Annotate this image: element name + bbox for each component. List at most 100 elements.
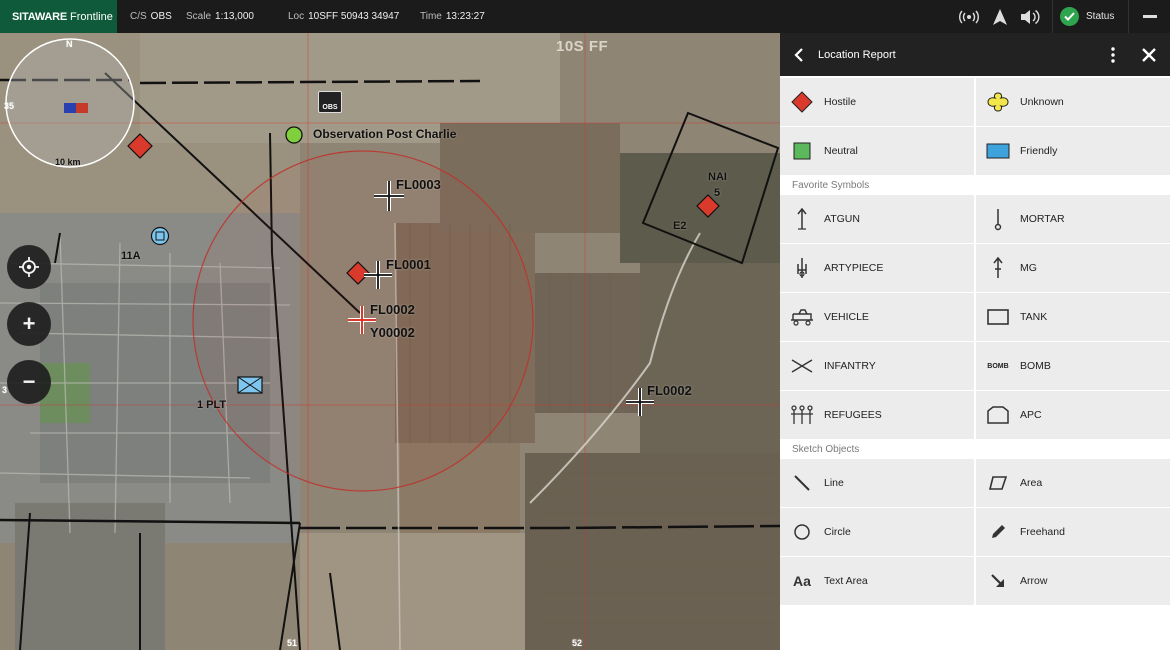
tank-option[interactable]: TANK (976, 293, 1170, 341)
apc-option[interactable]: APC (976, 391, 1170, 439)
time-value: 13:23:27 (445, 11, 485, 22)
sketch-row: Line Area (780, 459, 1170, 507)
panel-title: Location Report (818, 48, 896, 61)
volume-icon[interactable] (1015, 0, 1045, 33)
text-area-icon: Aa (780, 573, 824, 589)
fl0001-label: FL0001 (386, 257, 431, 272)
tank-icon (976, 308, 1020, 326)
mortar-icon (976, 207, 1020, 231)
infantry-icon (780, 358, 824, 374)
location-value: 10SFF 50943 34947 (308, 11, 400, 22)
app-window: SITAWARE Frontline C/S OBS Scale 1:13,00… (0, 0, 1170, 650)
compass-north-label: N (66, 39, 73, 49)
area-option[interactable]: Area (976, 459, 1170, 507)
mg-label: MG (1020, 262, 1037, 274)
vehicle-label: VEHICLE (824, 311, 869, 323)
apc-icon (976, 405, 1020, 425)
refugees-icon (780, 404, 824, 426)
bomb-option[interactable]: BOMB BOMB (976, 342, 1170, 390)
freehand-option[interactable]: Freehand (976, 508, 1170, 556)
artypiece-option[interactable]: ARTYPIECE (780, 244, 974, 292)
line-option[interactable]: Line (780, 459, 974, 507)
back-button[interactable] (780, 33, 818, 76)
vehicle-icon (780, 308, 824, 326)
zoom-in-button[interactable]: + (7, 302, 51, 346)
sketch-row: Aa Text Area Arrow (780, 557, 1170, 605)
checkmark-icon (1060, 7, 1079, 26)
tank-label: TANK (1020, 311, 1048, 323)
edge-label-3: 3 (2, 385, 8, 395)
satellite-map-background (0, 33, 780, 650)
line-label: Line (824, 477, 844, 489)
nai-label: NAI (708, 171, 727, 183)
neutral-option[interactable]: Neutral (780, 127, 974, 175)
callsign-value: OBS (150, 11, 172, 22)
bomb-icon-text: BOMB (987, 362, 1009, 370)
arrow-option[interactable]: Arrow (976, 557, 1170, 605)
location-report-panel: Location Report Hostile Unknown Neutral … (780, 33, 1170, 650)
edge-label-51: 51 (287, 638, 298, 648)
friendly-platoon-marker[interactable] (237, 375, 263, 400)
topbar-divider (1052, 0, 1053, 33)
refugees-label: REFUGEES (824, 409, 882, 421)
callsign-readout: C/S OBS (130, 0, 172, 33)
refugees-option[interactable]: REFUGEES (780, 391, 974, 439)
hostile-unit-marker-nai[interactable] (696, 194, 720, 223)
vehicle-option[interactable]: VEHICLE (780, 293, 974, 341)
friendly-sensor-marker[interactable] (150, 226, 170, 251)
locate-button[interactable] (7, 245, 51, 289)
zoom-out-button[interactable]: − (7, 360, 51, 404)
status-button[interactable]: Status (1060, 0, 1128, 33)
location-readout: Loc 10SFF 50943 34947 (288, 0, 399, 33)
obs-badge-label: OBS (322, 104, 338, 111)
text-area-label: Text Area (824, 575, 868, 587)
signal-icon[interactable] (954, 0, 984, 33)
favorites-row: VEHICLE TANK (780, 293, 1170, 341)
edge-label-52: 52 (572, 638, 583, 648)
friendly-rectangle-icon (976, 143, 1020, 159)
circle-option[interactable]: Circle (780, 508, 974, 556)
favorites-section-title: Favorite Symbols (780, 176, 1170, 195)
bomb-label: BOMB (1020, 360, 1051, 372)
fl0002-east-label: FL0002 (647, 383, 692, 398)
scale-readout: Scale 1:13,000 (186, 0, 254, 33)
navigation-arrow-icon[interactable] (985, 0, 1015, 33)
observation-post-marker[interactable] (284, 125, 304, 150)
close-icon (1142, 47, 1156, 62)
atgun-option[interactable]: ATGUN (780, 195, 974, 243)
artypiece-icon (780, 256, 824, 280)
infantry-option[interactable]: INFANTRY (780, 342, 974, 390)
hostile-unit-marker[interactable] (127, 133, 153, 164)
hostile-diamond-icon (780, 91, 824, 113)
scale-label: Scale (186, 11, 212, 22)
hostile-option[interactable]: Hostile (780, 78, 974, 126)
mg-option[interactable]: MG (976, 244, 1170, 292)
circle-label: Circle (824, 526, 851, 538)
favorites-row: REFUGEES APC (780, 391, 1170, 439)
y00002-label: Y00002 (370, 325, 415, 340)
neutral-label: Neutral (824, 145, 858, 157)
favorites-row: ATGUN MORTAR (780, 195, 1170, 243)
sketch-row: Circle Freehand (780, 508, 1170, 556)
map-view[interactable]: N 10 km 10S FF 35 3 51 52 OBS Observatio… (0, 33, 780, 650)
close-button[interactable] (1128, 33, 1170, 76)
obs-badge[interactable]: OBS (318, 91, 342, 113)
friendly-label: Friendly (1020, 145, 1058, 157)
kebab-menu-icon (1111, 46, 1115, 63)
friendly-option[interactable]: Friendly (976, 127, 1170, 175)
minimize-button[interactable] (1128, 0, 1170, 33)
atgun-label: ATGUN (824, 213, 860, 225)
mg-icon (976, 256, 1020, 280)
infantry-label: INFANTRY (824, 360, 876, 372)
favorites-row: INFANTRY BOMB BOMB (780, 342, 1170, 390)
mortar-option[interactable]: MORTAR (976, 195, 1170, 243)
sketch-section-title: Sketch Objects (780, 440, 1170, 459)
neutral-square-icon (780, 142, 824, 160)
text-area-option[interactable]: Aa Text Area (780, 557, 974, 605)
panel-body: Hostile Unknown Neutral Friendly Favorit… (780, 78, 1170, 606)
more-options-button[interactable] (1098, 33, 1128, 76)
unknown-option[interactable]: Unknown (976, 78, 1170, 126)
scale-value: 1:13,000 (215, 11, 254, 22)
panel-header: Location Report (780, 33, 1170, 76)
unit-11a-label: 11A (121, 250, 141, 262)
